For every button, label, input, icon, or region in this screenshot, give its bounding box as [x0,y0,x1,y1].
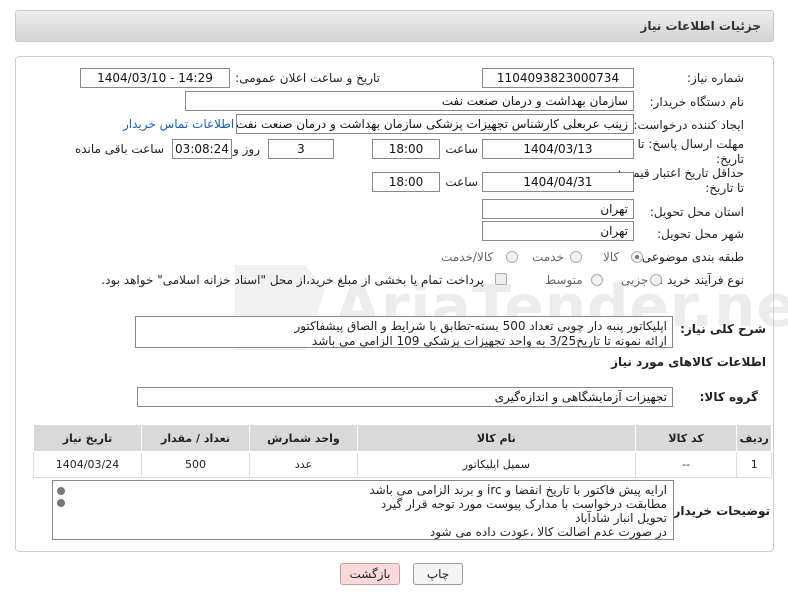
deadline-label: مهلت ارسال پاسخ: تا [637,137,744,151]
days-remaining-field: 3 [268,139,334,159]
notes-scrollbar[interactable] [54,483,68,537]
category-goods-radio[interactable] [631,251,643,263]
table-row: 1 -- سمپل اپلیکاتور عدد 500 1404/03/24 [33,451,772,478]
goods-group-field: تجهیزات آزمایشگاهی و اندازه‌گیری [137,387,673,407]
cell-row: 1 [736,451,772,478]
goods-group-label: گروه کالا: [699,390,758,404]
province-field: تهران [482,199,634,219]
notes-line-3: تحویل انبار شادآباد [575,511,667,525]
col-unit: واحد شمارش [248,424,358,452]
treasury-payment-checkbox[interactable] [495,273,507,285]
city-field: تهران [482,221,634,241]
col-quantity: تعداد / مقدار [141,424,250,452]
cell-unit: عدد [248,451,358,478]
announce-label: تاریخ و ساعت اعلان عمومی: [235,71,380,85]
page-header: جزئیات اطلاعات نیاز [15,10,774,42]
process-minor-radio[interactable] [650,274,662,286]
notes-line-1: ارایه پیش فاکتور با تاریخ انقضا و irc و … [369,483,667,497]
page: جزئیات اطلاعات نیاز AriaTender.neT شماره… [0,0,788,598]
time-remaining-field: 03:08:24 [172,139,232,159]
deadline-date-field: 1404/03/13 [482,139,634,159]
process-medium-label: متوسط [545,273,583,287]
deadline-time-label: ساعت [445,142,478,156]
announce-field: 1404/03/10 - 14:29 [80,68,230,88]
category-service-radio[interactable] [570,251,582,263]
cell-quantity: 500 [141,451,250,478]
col-code: کد کالا [634,424,738,452]
notes-line-4: در صورت عدم اصالت کالا ،عودت داده می شود [429,525,667,539]
col-need-date: تاریخ نیاز [33,424,142,452]
process-label: نوع فرآیند خرید : [659,273,744,287]
validity-date-field: 1404/04/31 [482,172,634,192]
buyer-notes-label: توضیحات خریدار: [668,504,770,518]
col-row: ردیف [736,424,772,452]
category-goods-label: کالا [603,250,620,264]
description-label: شرح کلی نیاز: [680,322,766,336]
need-number-label: شماره نیاز: [687,71,744,85]
buyer-org-label: نام دستگاه خریدار: [649,95,745,109]
time-remaining-label: ساعت باقی مانده [74,142,164,156]
buyer-org-field: سازمان بهداشت و درمان صنعت نفت [185,91,634,111]
page-title: جزئیات اطلاعات نیاز [640,19,761,33]
description-textarea[interactable]: اپلیکاتور پنبه دار چوبی تعداد 500 بسته-ت… [135,316,673,348]
col-name: نام کالا [356,424,636,452]
description-line-1: اپلیکاتور پنبه دار چوبی تعداد 500 بسته-ت… [294,319,667,333]
process-medium-radio[interactable] [591,274,603,286]
cell-name: سمپل اپلیکاتور [356,451,636,478]
scroll-down-icon[interactable] [57,499,65,507]
creator-field: زینب عربعلی کارشناس تجهیزات پزشکی سازمان… [236,114,634,134]
category-both-label: کالا/خدمت [441,250,494,264]
category-both-radio[interactable] [506,251,518,263]
back-button[interactable]: بازگشت [340,563,400,585]
goods-table: ردیف کد کالا نام کالا واحد شمارش تعداد /… [33,424,772,478]
notes-line-2: مطابقت درخواست با مدارک پیوست مورد توجه … [380,497,667,511]
validity-time-field: 18:00 [372,172,440,192]
goods-section-title: اطلاعات کالاهای مورد نیاز [611,355,766,369]
contact-info-link[interactable]: اطلاعات تماس خریدار [123,117,234,131]
category-service-label: خدمت [532,250,564,264]
description-line-2: ارائه نمونه تا تاریخ3/25 به واحد تجهیزات… [311,334,667,348]
treasury-payment-note: پرداخت تمام یا بخشی از مبلغ خرید،از محل … [101,273,484,287]
goods-table-header: ردیف کد کالا نام کالا واحد شمارش تعداد /… [33,424,772,452]
validity-label: حداقل تاریخ اعتبار قیمت: [617,166,744,180]
days-label: روز و [233,142,260,156]
scroll-up-icon[interactable] [57,487,65,495]
buyer-notes-textarea[interactable]: ارایه پیش فاکتور با تاریخ انقضا و irc و … [52,480,674,540]
cell-need-date: 1404/03/24 [33,451,142,478]
validity-label-date: تا تاریخ: [705,181,744,195]
validity-time-label: ساعت [445,175,478,189]
print-button[interactable]: چاپ [413,563,463,585]
province-label: استان محل تحویل: [649,205,744,219]
deadline-time-field: 18:00 [372,139,440,159]
process-minor-label: جزیی [621,273,649,287]
deadline-label-date: تاریخ: [716,152,744,166]
need-number-field: 1104093823000734 [482,68,634,88]
category-label: طبقه بندی موضوعی: [637,250,744,264]
cell-code: -- [634,451,738,478]
city-label: شهر محل تحویل: [657,227,744,241]
creator-label: ایجاد کننده درخواست: [633,118,744,132]
